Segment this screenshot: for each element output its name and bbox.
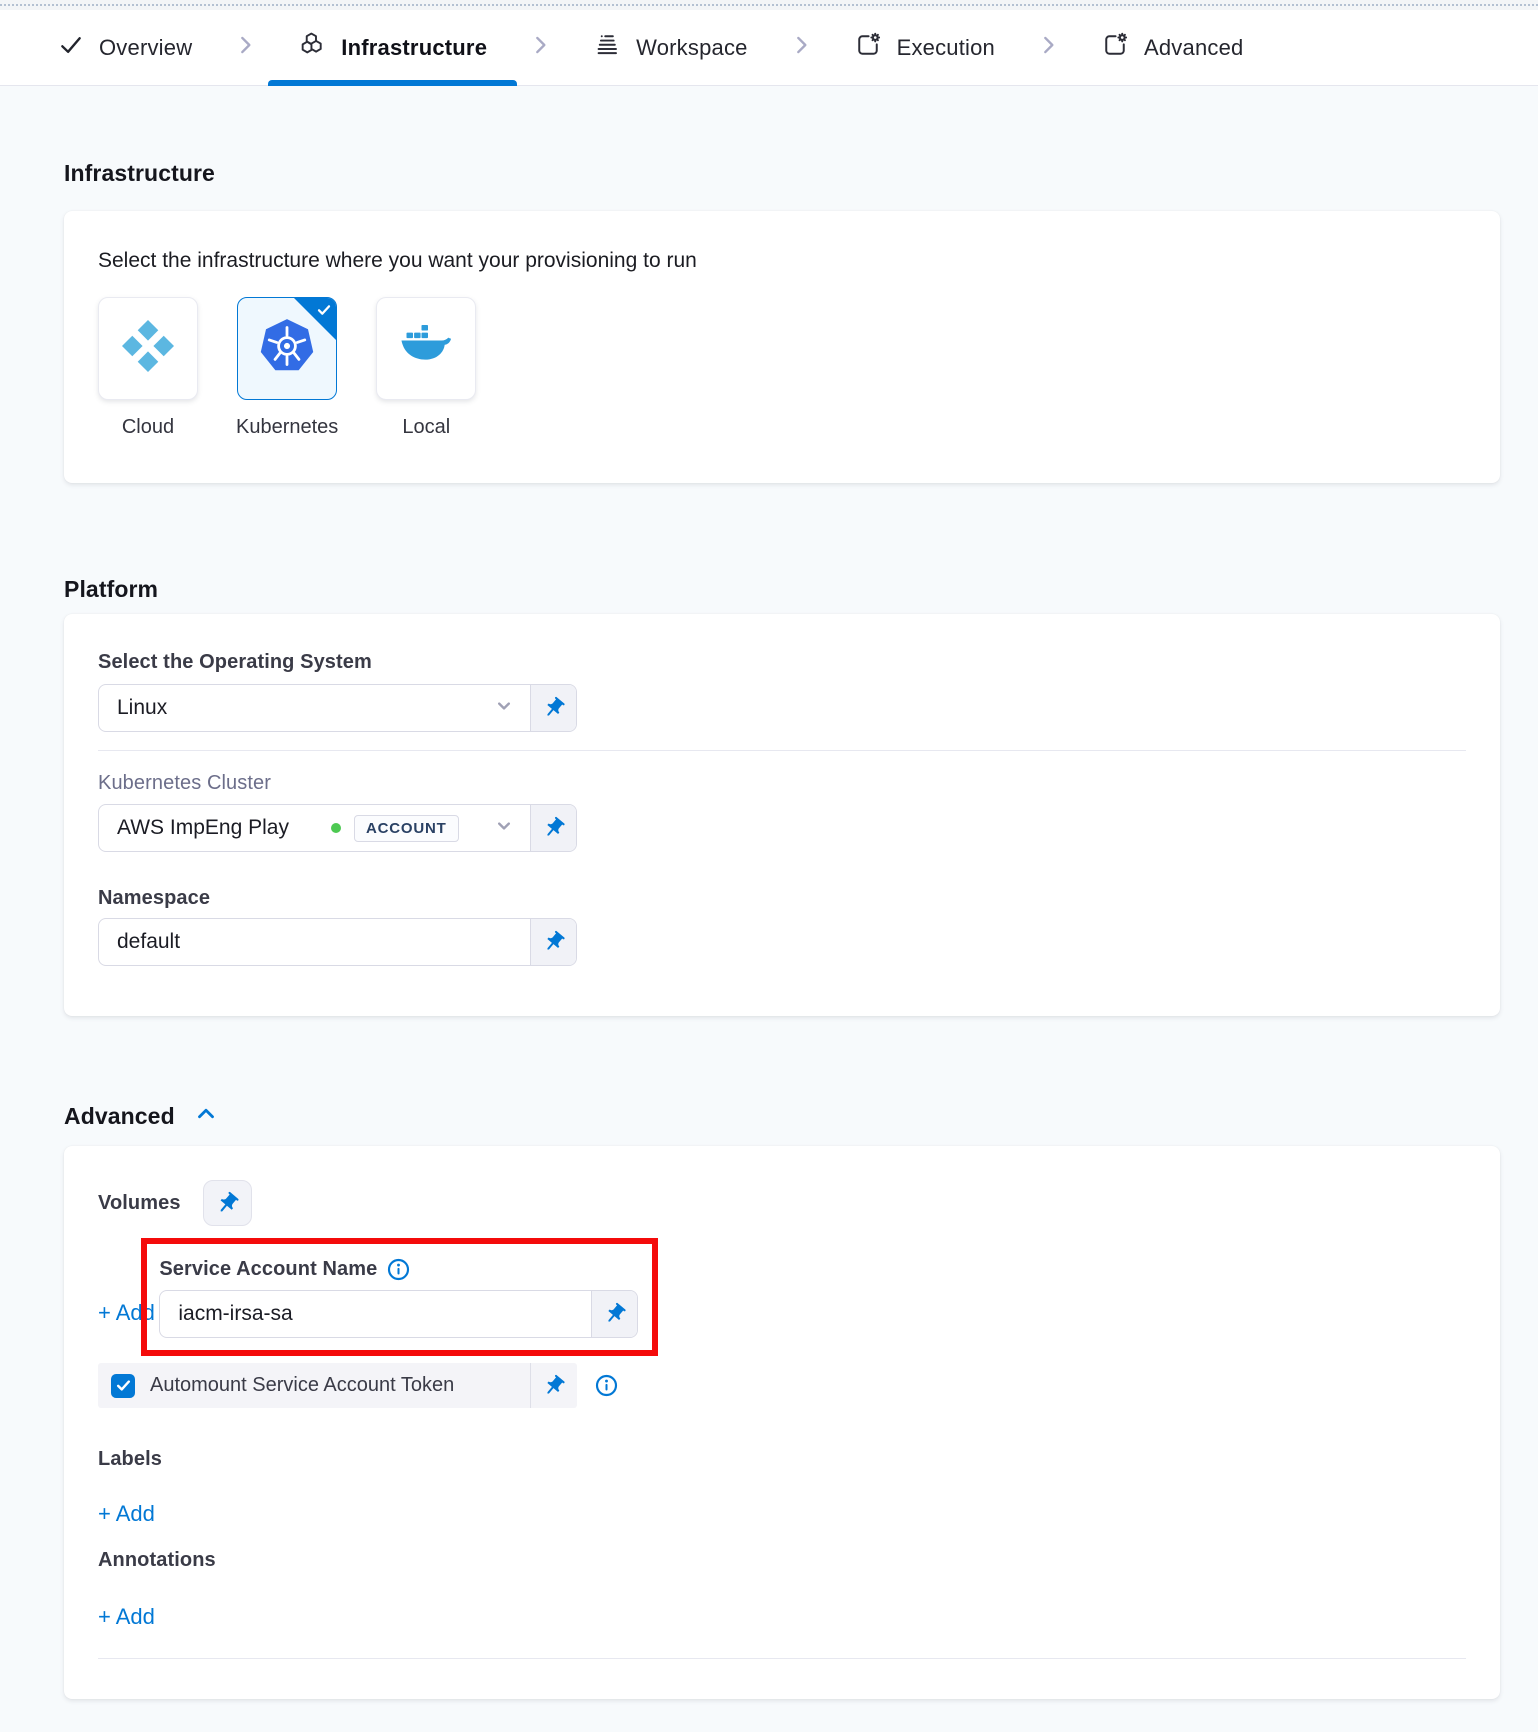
volumes-pin-button[interactable] bbox=[203, 1180, 252, 1226]
namespace-label: Namespace bbox=[98, 886, 1466, 910]
service-account-input[interactable] bbox=[178, 1302, 577, 1326]
service-account-pin-button[interactable] bbox=[591, 1291, 637, 1337]
service-account-label: Service Account Name bbox=[159, 1258, 377, 1281]
chevron-down-icon bbox=[492, 694, 516, 723]
info-icon[interactable] bbox=[595, 1374, 618, 1397]
section-heading-infrastructure: Infrastructure bbox=[64, 160, 1500, 187]
infra-option-cloud-label: Cloud bbox=[122, 416, 174, 439]
os-select-value: Linux bbox=[117, 696, 167, 720]
section-bottom-divider bbox=[98, 1658, 1466, 1659]
os-select-label: Select the Operating System bbox=[98, 650, 1466, 674]
add-annotation-link[interactable]: + Add bbox=[98, 1604, 155, 1630]
info-icon[interactable] bbox=[387, 1258, 410, 1281]
labels-label: Labels bbox=[98, 1448, 1466, 1471]
automount-label: Automount Service Account Token bbox=[150, 1374, 454, 1397]
tab-infrastructure[interactable]: Infrastructure bbox=[268, 10, 517, 85]
platform-card: Select the Operating System Linux Kubern… bbox=[64, 614, 1500, 1016]
advanced-heading-row: Advanced bbox=[64, 1101, 1500, 1132]
tab-execution[interactable]: Execution bbox=[824, 10, 1025, 85]
scope-badge: ACCOUNT bbox=[354, 815, 459, 842]
infra-option-local-label: Local bbox=[402, 416, 450, 439]
add-label-link[interactable]: + Add bbox=[98, 1501, 155, 1527]
box-gear-icon bbox=[1101, 31, 1129, 64]
infra-option-local-wrap: Local bbox=[376, 297, 476, 439]
infra-option-local[interactable] bbox=[376, 297, 476, 400]
docker-whale-icon bbox=[400, 323, 452, 374]
infra-option-kubernetes[interactable] bbox=[237, 297, 337, 400]
volumes-label: Volumes bbox=[98, 1192, 181, 1215]
namespace-pin-button[interactable] bbox=[530, 919, 576, 965]
wizard-tab-bar: Overview Infrastructure bbox=[0, 10, 1538, 86]
selected-check-icon bbox=[316, 302, 332, 323]
tab-workspace-label: Workspace bbox=[636, 35, 747, 61]
os-select-field[interactable]: Linux bbox=[98, 684, 577, 732]
kubernetes-cluster-field[interactable]: AWS ImpEng Play ACCOUNT bbox=[98, 804, 577, 852]
section-heading-platform: Platform bbox=[64, 576, 1500, 603]
field-divider bbox=[98, 750, 1466, 751]
tab-workspace[interactable]: Workspace bbox=[563, 10, 777, 85]
connector-status-dot bbox=[331, 823, 341, 833]
os-pin-button[interactable] bbox=[530, 685, 576, 731]
infra-option-cloud-wrap: Cloud bbox=[98, 297, 198, 439]
cluster-pin-button[interactable] bbox=[530, 805, 576, 851]
automount-row: Automount Service Account Token bbox=[98, 1363, 1466, 1408]
chevron-right-icon bbox=[232, 32, 258, 63]
infrastructure-options: Cloud bbox=[98, 297, 1466, 439]
service-account-label-row: Service Account Name bbox=[159, 1256, 638, 1282]
tab-infrastructure-label: Infrastructure bbox=[341, 35, 487, 61]
automount-pin-button[interactable] bbox=[531, 1374, 577, 1398]
infrastructure-prompt: Select the infrastructure where you want… bbox=[98, 249, 1466, 273]
advanced-card: Volumes + Add Service Account Name bbox=[64, 1146, 1500, 1699]
kubernetes-cluster-label: Kubernetes Cluster bbox=[98, 771, 1466, 795]
tab-overview[interactable]: Overview bbox=[28, 10, 222, 85]
tab-advanced[interactable]: Advanced bbox=[1071, 10, 1273, 85]
box-gear-icon bbox=[854, 31, 882, 64]
namespace-input[interactable] bbox=[117, 930, 516, 954]
section-heading-advanced: Advanced bbox=[64, 1103, 175, 1130]
infrastructure-card: Select the infrastructure where you want… bbox=[64, 211, 1500, 483]
infra-option-cloud[interactable] bbox=[98, 297, 198, 400]
tab-advanced-label: Advanced bbox=[1144, 35, 1243, 61]
service-account-highlight-box: Service Account Name bbox=[141, 1238, 658, 1356]
cloud-icon bbox=[122, 320, 174, 377]
infra-option-kubernetes-wrap: Kubernetes bbox=[236, 297, 338, 439]
kubernetes-cluster-value: AWS ImpEng Play bbox=[117, 816, 289, 840]
tab-execution-label: Execution bbox=[897, 35, 995, 61]
automount-checkbox[interactable] bbox=[111, 1374, 135, 1398]
infra-option-kubernetes-label: Kubernetes bbox=[236, 416, 338, 439]
annotations-label: Annotations bbox=[98, 1549, 1466, 1572]
service-account-field bbox=[159, 1290, 638, 1338]
chevron-right-icon bbox=[1035, 32, 1061, 63]
provisioning-wizard-page: Overview Infrastructure bbox=[0, 0, 1538, 1732]
volumes-row: Volumes bbox=[98, 1180, 1466, 1226]
chevron-down-icon bbox=[492, 814, 516, 843]
automount-field: Automount Service Account Token bbox=[98, 1363, 577, 1408]
check-icon bbox=[58, 32, 84, 63]
chevron-right-icon bbox=[788, 32, 814, 63]
collapse-chevron-up-icon[interactable] bbox=[193, 1101, 219, 1132]
top-dotted-divider bbox=[0, 0, 1538, 10]
tab-overview-label: Overview bbox=[99, 35, 192, 61]
namespace-field bbox=[98, 918, 577, 966]
hexagon-cluster-icon bbox=[298, 31, 326, 64]
chevron-right-icon bbox=[527, 32, 553, 63]
stack-icon bbox=[593, 31, 621, 64]
